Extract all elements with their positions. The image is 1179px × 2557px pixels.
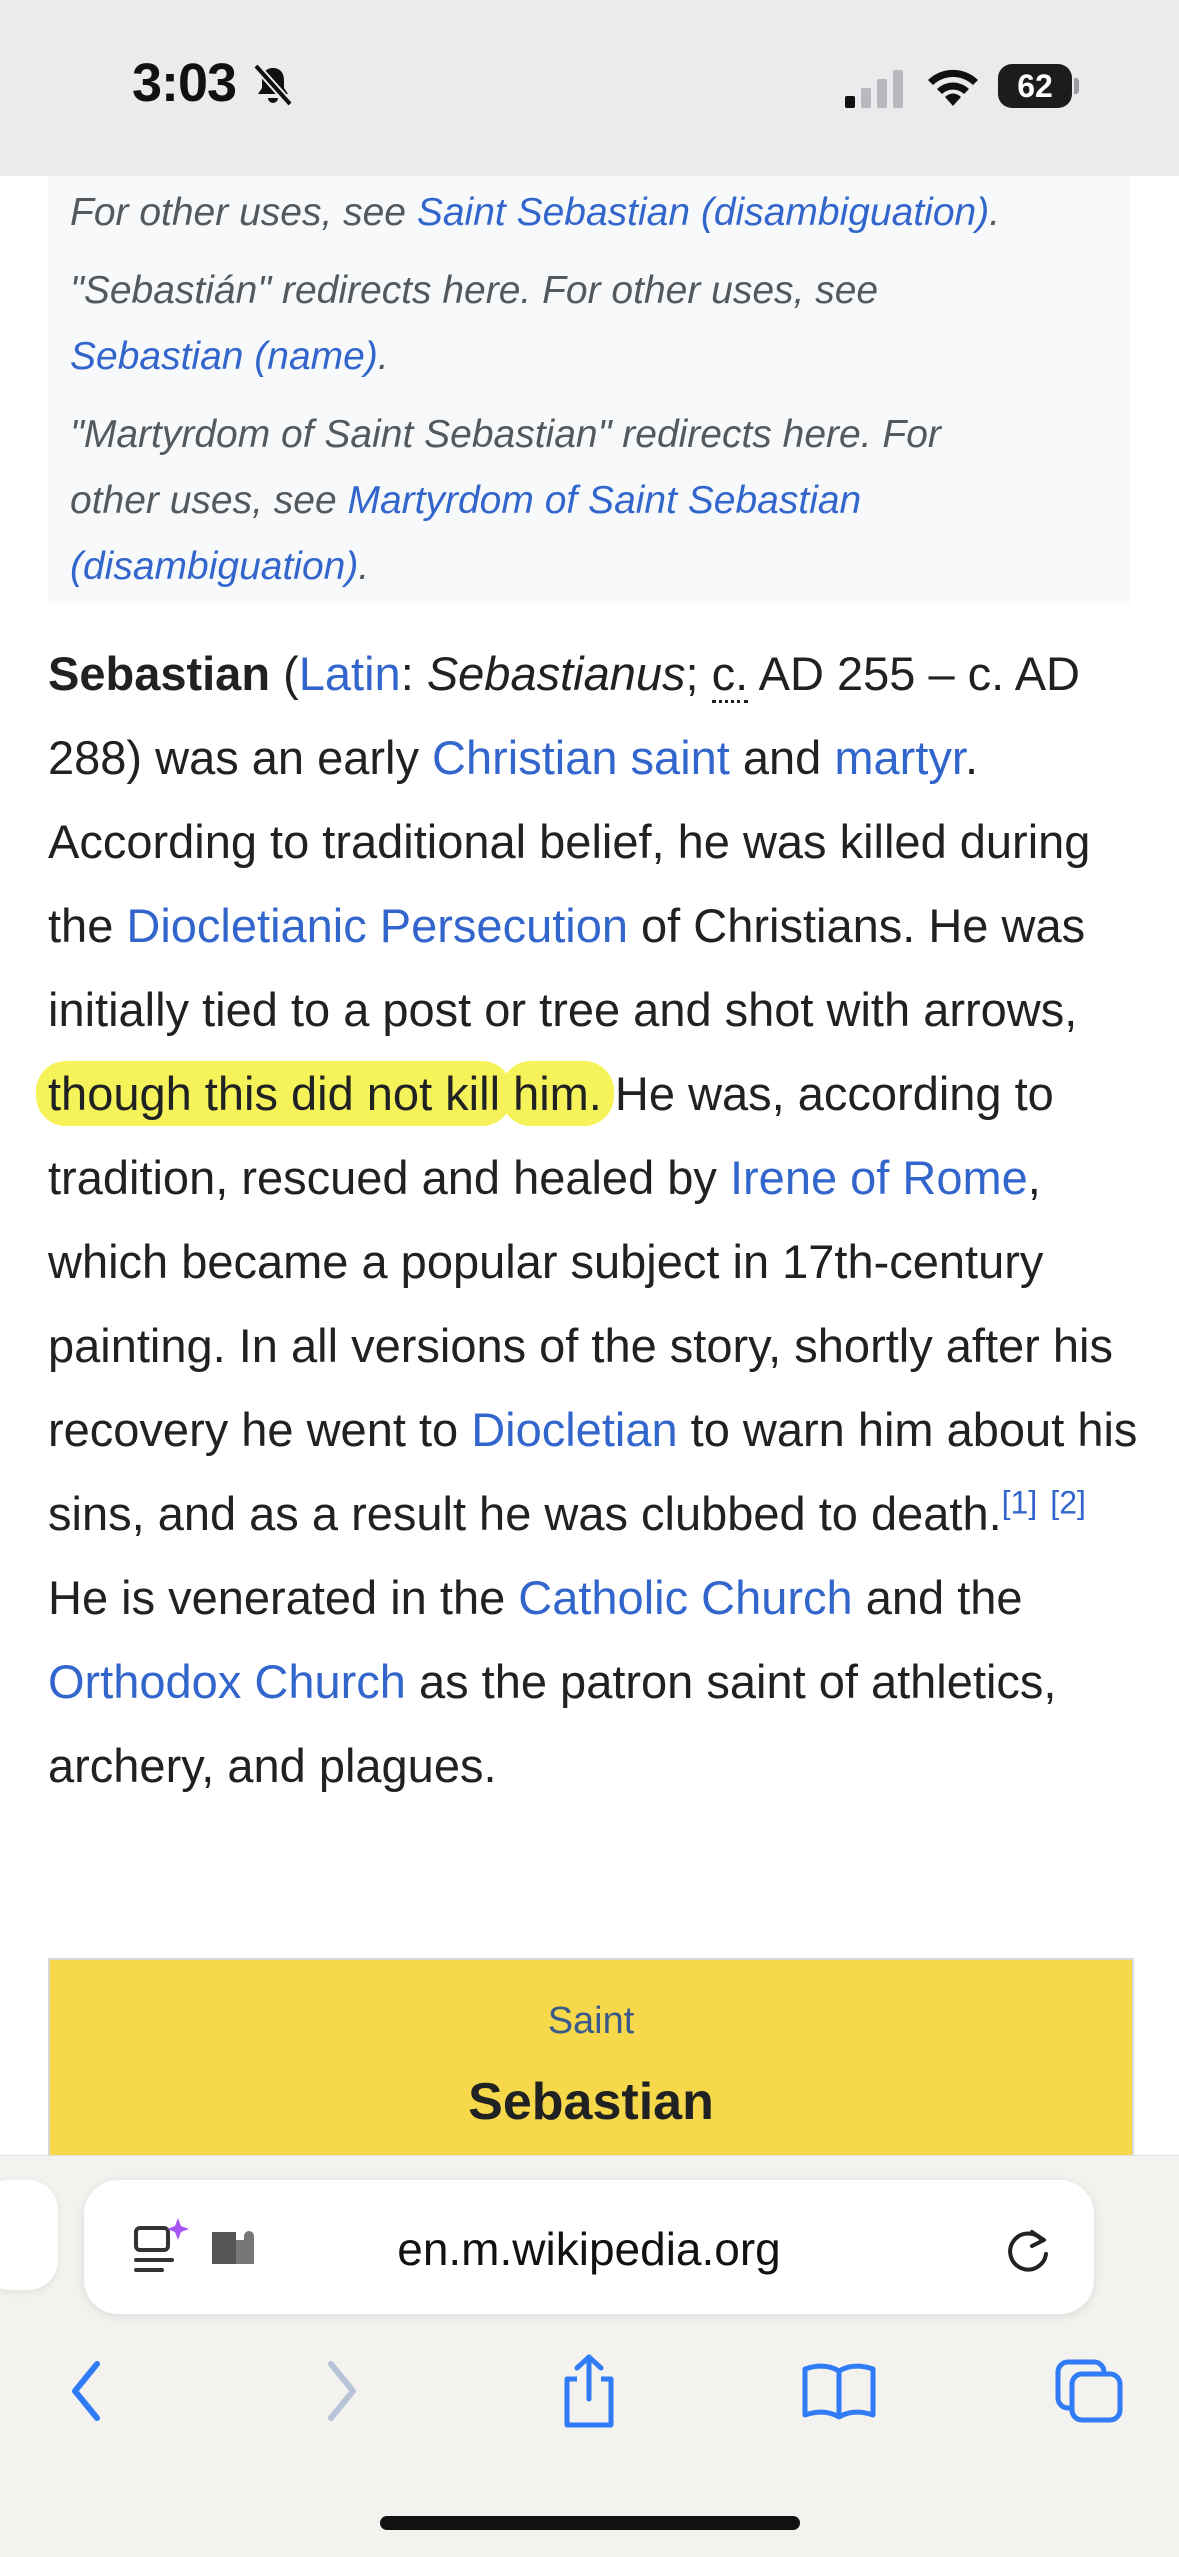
text: ;: [685, 647, 712, 700]
hatnote-line-3b: other uses, see Martyrdom of Saint Sebas…: [70, 468, 1130, 534]
link-saint-sebastian-disambiguation[interactable]: Saint Sebastian (disambiguation): [417, 191, 989, 234]
link-irene-of-rome[interactable]: Irene of Rome: [730, 1151, 1028, 1204]
wifi-icon: [928, 69, 978, 106]
article-lead: Sebastian (Latin: Sebastianus; c. AD 255…: [36, 632, 1148, 1808]
hatnote-text: .: [377, 335, 389, 378]
hatnote-text: For other uses, see: [70, 191, 417, 234]
link-martyrdom-disambiguation[interactable]: Martyrdom of Saint Sebastian: [348, 479, 862, 522]
hatnote-line-2: "Sebastián" redirects here. For other us…: [70, 258, 1130, 324]
lead-paragraph: Sebastian (Latin: Sebastianus; c. AD 255…: [36, 632, 1148, 1808]
latin-name: Sebastianus: [426, 647, 686, 700]
battery-percentage: 62: [1017, 68, 1053, 104]
hatnote-text: .: [989, 191, 1001, 234]
text: and the: [852, 1571, 1023, 1624]
circa-abbreviation[interactable]: c.: [711, 647, 749, 703]
link-latin[interactable]: Latin: [299, 647, 401, 700]
hatnote-text: .: [358, 545, 370, 588]
highlight-text-2: him.: [501, 1061, 614, 1126]
hatnote-line-1: For other uses, see Saint Sebastian (dis…: [70, 180, 1130, 246]
link-martyr[interactable]: martyr: [834, 731, 965, 784]
forward-button[interactable]: [296, 2346, 386, 2436]
link-martyrdom-disambiguation-2[interactable]: (disambiguation): [70, 545, 358, 588]
link-sebastian-name[interactable]: Sebastian (name): [70, 335, 378, 378]
infobox-subtitle: Saint: [547, 2000, 635, 2042]
previous-tab-preview[interactable]: [0, 2180, 58, 2290]
hatnote-text: "Martyrdom of Saint Sebastian" redirects…: [70, 413, 941, 456]
share-button[interactable]: [544, 2346, 634, 2436]
tabs-button[interactable]: [1044, 2346, 1134, 2436]
cellular-signal-icon: [845, 70, 903, 108]
home-indicator[interactable]: [380, 2516, 800, 2530]
article-subject: Sebastian: [48, 647, 271, 700]
book-icon: [802, 2363, 876, 2420]
bookmarks-button[interactable]: [794, 2346, 884, 2436]
share-icon: [564, 2354, 614, 2428]
infobox-header: Saint Sebastian: [48, 1958, 1134, 2160]
text: (: [270, 647, 299, 700]
text: and: [729, 731, 835, 784]
link-diocletian[interactable]: Diocletian: [471, 1403, 677, 1456]
chevron-left-icon: [72, 2361, 100, 2421]
link-christian-saint[interactable]: Christian saint: [432, 731, 730, 784]
reference-1[interactable]: [1]: [1002, 1484, 1038, 1520]
highlight-text: though this did not kill: [36, 1061, 513, 1126]
text: :: [400, 647, 427, 700]
link-orthodox-church[interactable]: Orthodox Church: [48, 1655, 406, 1708]
hatnote-line-3: "Martyrdom of Saint Sebastian" redirects…: [70, 402, 1130, 468]
status-time: 3:03: [132, 53, 237, 113]
url-text[interactable]: en.m.wikipedia.org: [84, 2222, 1094, 2276]
hatnote: For other uses, see Saint Sebastian (dis…: [48, 176, 1130, 604]
status-bar: 3:03 62: [0, 0, 1179, 176]
bell-slash-icon: [253, 63, 293, 107]
link-catholic-church[interactable]: Catholic Church: [518, 1571, 852, 1624]
infobox-title: Sebastian: [468, 2073, 714, 2131]
reference-2[interactable]: [2]: [1050, 1484, 1086, 1520]
hatnote-text: other uses, see: [70, 479, 348, 522]
reload-icon[interactable]: [1004, 2224, 1052, 2274]
tabs-icon: [1055, 2359, 1123, 2423]
browser-toolbar: en.m.wikipedia.org: [0, 2155, 1179, 2557]
hatnote-line-3c: (disambiguation).: [70, 534, 1130, 600]
link-diocletianic-persecution[interactable]: Diocletianic Persecution: [126, 899, 628, 952]
text: He is venerated in the: [48, 1571, 519, 1624]
address-bar[interactable]: en.m.wikipedia.org: [84, 2180, 1094, 2314]
battery-icon: 62: [998, 64, 1079, 108]
hatnote-text: "Sebastián" redirects here. For other us…: [70, 269, 879, 312]
back-button[interactable]: [42, 2346, 132, 2436]
chevron-right-icon: [328, 2361, 356, 2421]
hatnote-line-2b: Sebastian (name).: [70, 324, 1130, 390]
